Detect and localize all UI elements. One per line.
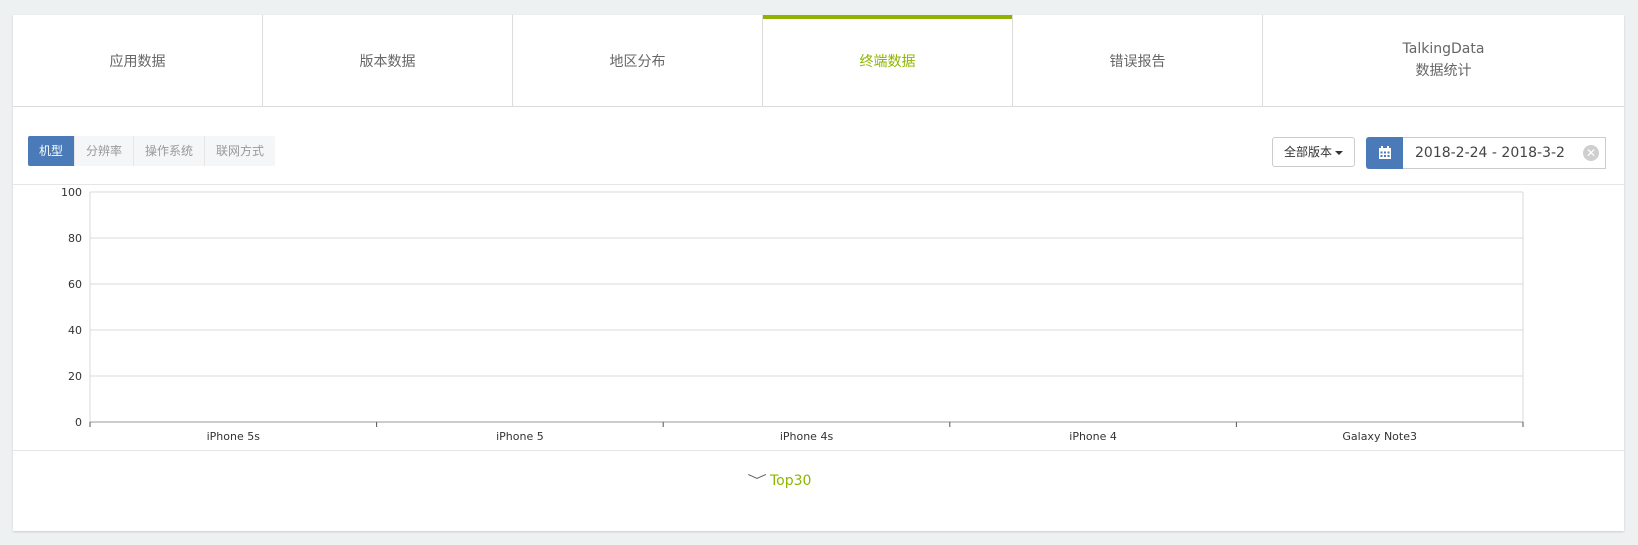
y-tick-label: 80 [68, 232, 82, 245]
chevron-down-icon: ﹀ [747, 474, 767, 490]
show-top30-toggle[interactable]: ﹀ Top30 [747, 471, 812, 491]
y-tick-label: 60 [68, 278, 82, 291]
tab-label: TalkingData [1402, 41, 1485, 57]
x-tick-label: iPhone 4s [780, 430, 834, 443]
seg-network[interactable]: 联网方式 [205, 136, 275, 166]
clear-icon[interactable]: ✕ [1583, 145, 1599, 161]
x-tick-label: iPhone 4 [1069, 430, 1117, 443]
main-card: 应用数据 版本数据 地区分布 终端数据 错误报告 TalkingData 数据统… [13, 15, 1624, 531]
seg-model[interactable]: 机型 [28, 136, 76, 166]
tab-label-sub: 数据统计 [1415, 63, 1472, 79]
tab-label: 错误报告 [1109, 53, 1166, 70]
tab-label: 版本数据 [359, 53, 416, 70]
seg-os[interactable]: 操作系统 [134, 136, 206, 166]
calendar-icon [1378, 146, 1391, 159]
calendar-button[interactable] [1366, 137, 1403, 169]
x-tick-label: iPhone 5s [207, 430, 261, 443]
chart-svg: 0 20 40 60 80 100 iPhone 5s iPhone 5 iPhone 4s iP… [61, 186, 1524, 443]
y-tick-label: 0 [75, 416, 82, 429]
tab-label: 地区分布 [609, 53, 666, 70]
tab-app-data[interactable]: 应用数据 [13, 15, 263, 106]
date-range-input[interactable]: 2018-2-24 - 2018-3-2 ✕ [1403, 137, 1606, 169]
seg-resolution[interactable]: 分辨率 [75, 136, 135, 166]
dimension-selector: 机型 分辨率 操作系统 联网方式 [28, 136, 276, 166]
bar-chart: 0 20 40 60 80 100 iPhone 5s iPhone 5 iPhone 4s iP… [13, 185, 1624, 450]
tab-device-data[interactable]: 终端数据 [763, 15, 1013, 106]
y-tick-label: 100 [61, 186, 82, 199]
y-tick-label: 20 [68, 370, 82, 383]
tab-label: 终端数据 [859, 53, 916, 70]
version-label: 全部版本 [1283, 145, 1332, 159]
y-tick-label: 40 [68, 324, 82, 337]
tab-region[interactable]: 地区分布 [513, 15, 763, 106]
date-range-value: 2018-2-24 - 2018-3-2 [1415, 145, 1565, 161]
more-label: Top30 [770, 473, 812, 489]
x-tick-label: Galaxy Note3 [1342, 430, 1417, 443]
date-range-picker: 2018-2-24 - 2018-3-2 ✕ [1366, 137, 1606, 169]
tab-error-report[interactable]: 错误报告 [1013, 15, 1263, 106]
tab-label: 应用数据 [109, 53, 166, 70]
version-dropdown[interactable]: 全部版本 [1272, 137, 1355, 167]
toolbar: 机型 分辨率 操作系统 联网方式 全部版本 2018-2-24 - 2018-3… [13, 107, 1624, 185]
tab-talkingdata[interactable]: TalkingData 数据统计 [1263, 15, 1624, 106]
caret-down-icon [1335, 150, 1343, 155]
tab-version-data[interactable]: 版本数据 [263, 15, 513, 106]
tab-bar: 应用数据 版本数据 地区分布 终端数据 错误报告 TalkingData 数据统… [13, 15, 1624, 107]
x-tick-label: iPhone 5 [496, 430, 544, 443]
footer: ﹀ Top30 [13, 450, 1624, 531]
